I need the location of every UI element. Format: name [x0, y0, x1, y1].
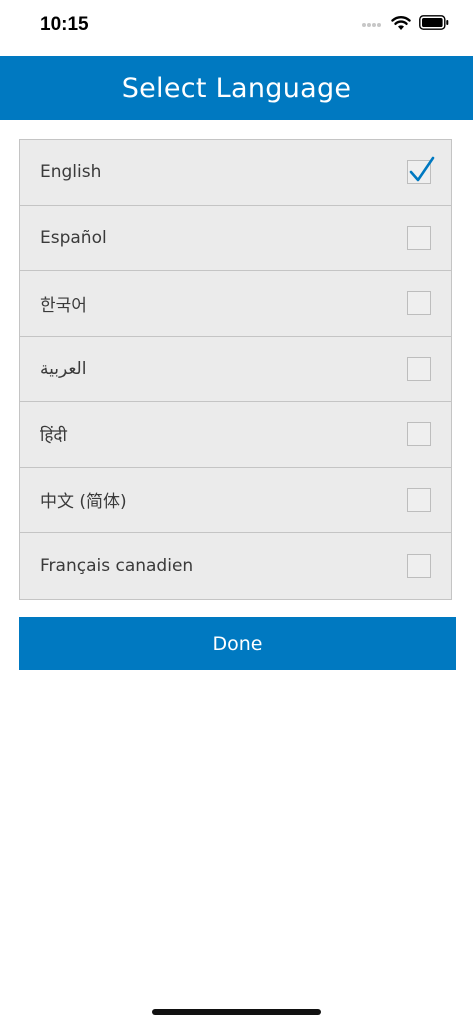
language-label: Español: [40, 227, 107, 248]
language-label: English: [40, 162, 102, 183]
language-label: Français canadien: [40, 555, 194, 576]
checkbox[interactable]: [407, 291, 431, 316]
checkbox[interactable]: [407, 422, 431, 447]
language-list: English Español 한국어 العربية हिंदी 中文 (简体…: [19, 139, 452, 600]
checkbox[interactable]: [407, 356, 431, 381]
language-label: العربية: [40, 358, 87, 379]
page-title: Select Language: [121, 72, 352, 104]
checkbox[interactable]: [407, 225, 431, 250]
language-option-korean[interactable]: 한국어: [20, 271, 451, 337]
home-indicator[interactable]: [152, 1009, 321, 1015]
language-option-chinese[interactable]: 中文 (简体): [20, 468, 451, 533]
status-icons: [361, 14, 449, 36]
checkbox[interactable]: [407, 487, 431, 512]
language-option-french-canadian[interactable]: Français canadien: [20, 533, 451, 599]
language-option-arabic[interactable]: العربية: [20, 337, 451, 402]
battery-icon: [419, 15, 449, 35]
status-time: 10:15: [40, 14, 89, 35]
wifi-icon: [391, 15, 411, 36]
language-option-hindi[interactable]: हिंदी: [20, 402, 451, 468]
language-label: 한국어: [40, 295, 87, 316]
checkmark-icon: [409, 156, 435, 182]
language-option-espanol[interactable]: Español: [20, 206, 451, 271]
language-option-english[interactable]: English: [20, 140, 451, 206]
done-button[interactable]: Done: [19, 617, 456, 670]
header-bar: Select Language: [0, 56, 473, 120]
language-label: हिंदी: [40, 425, 67, 446]
checkbox[interactable]: [407, 553, 431, 578]
signal-icon: [361, 16, 383, 34]
language-label: 中文 (简体): [40, 492, 127, 513]
checkbox-checked[interactable]: [407, 156, 435, 185]
status-bar: 10:15: [0, 0, 473, 56]
